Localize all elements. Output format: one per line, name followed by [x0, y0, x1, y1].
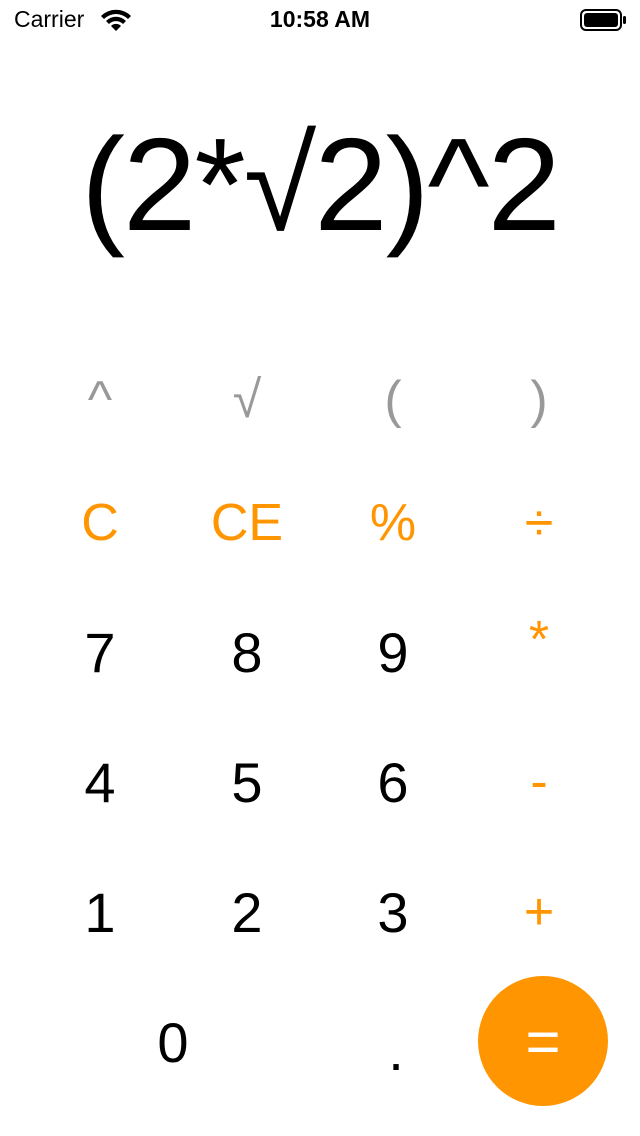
eight-button[interactable]: 8 — [174, 597, 320, 707]
six-label: 6 — [377, 750, 409, 814]
five-button[interactable]: 5 — [174, 727, 320, 837]
close-paren-label: ) — [530, 371, 548, 429]
eight-label: 8 — [231, 620, 263, 684]
equals-button[interactable]: = — [478, 976, 608, 1106]
one-button[interactable]: 1 — [27, 857, 173, 967]
status-time: 10:58 AM — [269, 6, 371, 32]
six-button[interactable]: 6 — [320, 727, 466, 837]
multiply-label: * — [528, 611, 550, 669]
seven-button[interactable]: 7 — [27, 597, 173, 707]
clear-entry-button[interactable]: CE — [174, 468, 320, 578]
four-button[interactable]: 4 — [27, 727, 173, 837]
nine-button[interactable]: 9 — [320, 597, 466, 707]
two-label: 2 — [231, 880, 263, 944]
clear-button[interactable]: C — [27, 468, 173, 578]
zero-label: 0 — [157, 1010, 189, 1074]
minus-label: - — [530, 753, 548, 811]
multiply-button[interactable]: * — [466, 585, 612, 695]
percent-label: % — [369, 494, 417, 552]
clear-label: C — [81, 494, 119, 552]
clear-entry-label: CE — [210, 494, 284, 552]
close-paren-button[interactable]: ) — [466, 345, 612, 455]
one-label: 1 — [84, 880, 116, 944]
three-button[interactable]: 3 — [320, 857, 466, 967]
status-bar: Carrier 10:58 AM — [0, 0, 640, 40]
battery-icon — [580, 9, 626, 31]
open-paren-button[interactable]: ( — [320, 345, 466, 455]
percent-button[interactable]: % — [320, 468, 466, 578]
equals-label: = — [525, 1007, 561, 1075]
divide-button[interactable]: ÷ — [466, 468, 612, 578]
expression-display: (2*√2)^2 — [81, 111, 561, 258]
nine-label: 9 — [377, 620, 409, 684]
four-label: 4 — [84, 750, 116, 814]
three-label: 3 — [377, 880, 409, 944]
power-label: ^ — [87, 371, 113, 429]
decimal-label: . — [388, 1018, 404, 1082]
minus-button[interactable]: - — [466, 727, 612, 837]
zero-button[interactable]: 0 — [100, 987, 246, 1097]
calculator-screen: Carrier 10:58 AM (2*√2)^2 ^ √ ( ) C CE %… — [0, 0, 640, 1136]
plus-label: + — [523, 883, 555, 941]
sqrt-label: √ — [232, 371, 262, 429]
seven-label: 7 — [84, 620, 116, 684]
plus-button[interactable]: + — [466, 857, 612, 967]
decimal-button[interactable]: . — [323, 995, 469, 1105]
five-label: 5 — [231, 750, 263, 814]
two-button[interactable]: 2 — [174, 857, 320, 967]
divide-label: ÷ — [524, 494, 554, 552]
sqrt-button[interactable]: √ — [174, 345, 320, 455]
open-paren-label: ( — [384, 371, 402, 429]
power-button[interactable]: ^ — [27, 345, 173, 455]
